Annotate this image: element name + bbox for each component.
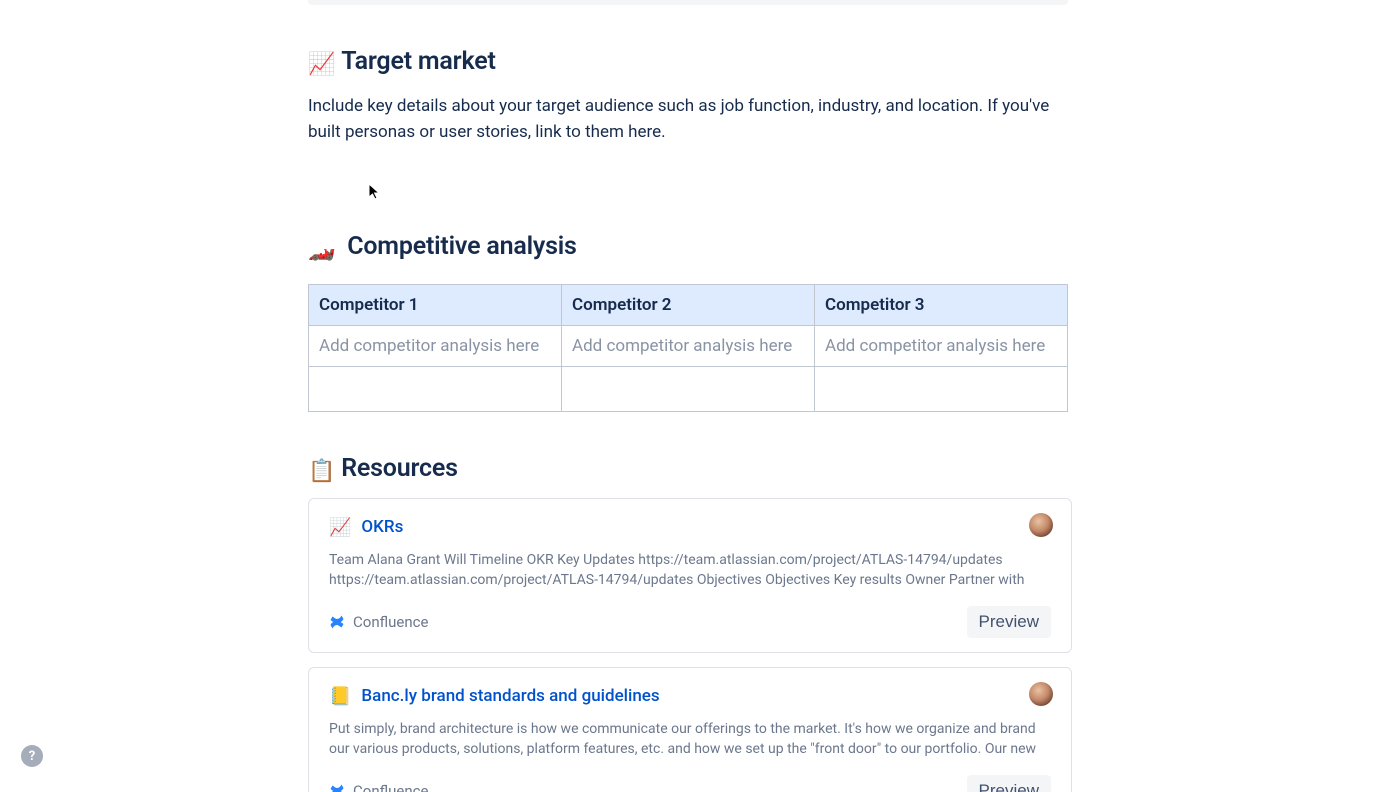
table-cell[interactable]: Add competitor analysis here xyxy=(562,325,815,366)
avatar[interactable] xyxy=(1029,513,1053,537)
confluence-icon xyxy=(329,614,345,630)
resource-source-label: Confluence xyxy=(353,613,428,631)
document-content: 📈Target market Include key details about… xyxy=(308,0,1068,792)
help-button[interactable]: ? xyxy=(21,745,43,767)
table-cell[interactable]: Add competitor analysis here xyxy=(309,325,562,366)
table-cell[interactable] xyxy=(309,366,562,411)
resource-card[interactable]: 📒 Banc.ly brand standards and guidelines… xyxy=(308,667,1072,792)
chart-increasing-icon: 📈 xyxy=(308,52,335,77)
resource-card-title-row: 📒 Banc.ly brand standards and guidelines xyxy=(329,686,1051,707)
resource-card-footer: Confluence Preview xyxy=(329,775,1051,792)
resource-link-brand-standards[interactable]: Banc.ly brand standards and guidelines xyxy=(361,686,659,706)
heading-target-market-text: Target market xyxy=(341,47,495,76)
table-header-cell[interactable]: Competitor 3 xyxy=(815,284,1068,325)
heading-competitive-analysis: 🏎️ Competitive analysis xyxy=(308,232,1068,262)
resource-card[interactable]: 📈 OKRs Team Alana Grant Will Timeline OK… xyxy=(308,498,1072,653)
chart-increasing-icon: 📈 xyxy=(329,517,351,538)
table-cell[interactable] xyxy=(815,366,1068,411)
section-target-market: 📈Target market Include key details about… xyxy=(308,47,1068,146)
section-competitive-analysis: 🏎️ Competitive analysis Competitor 1 Com… xyxy=(308,232,1068,412)
table-row: Add competitor analysis here Add competi… xyxy=(309,325,1068,366)
table-cell[interactable] xyxy=(562,366,815,411)
heading-resources-text: Resources xyxy=(341,454,458,483)
heading-resources: 📋Resources xyxy=(308,454,1068,484)
resource-source: Confluence xyxy=(329,782,428,792)
table-cell[interactable]: Add competitor analysis here xyxy=(815,325,1068,366)
resource-source-label: Confluence xyxy=(353,782,428,792)
resource-card-body: Put simply, brand architecture is how we… xyxy=(329,719,1051,761)
section-resources: 📋Resources 📈 OKRs Team Alana Grant Will … xyxy=(308,454,1068,792)
table-header-cell[interactable]: Competitor 2 xyxy=(562,284,815,325)
heading-competitive-analysis-text: Competitive analysis xyxy=(347,232,576,261)
table-header-row: Competitor 1 Competitor 2 Competitor 3 xyxy=(309,284,1068,325)
clipboard-icon: 📋 xyxy=(308,459,335,484)
racing-car-icon: 🏎️ xyxy=(308,237,335,262)
competitive-table: Competitor 1 Competitor 2 Competitor 3 A… xyxy=(308,284,1068,412)
ledger-icon: 📒 xyxy=(329,686,351,707)
heading-target-market: 📈Target market xyxy=(308,47,1068,77)
table-row xyxy=(309,366,1068,411)
preview-button[interactable]: Preview xyxy=(967,606,1051,638)
target-market-description[interactable]: Include key details about your target au… xyxy=(308,93,1068,146)
table-header-cell[interactable]: Competitor 1 xyxy=(309,284,562,325)
avatar[interactable] xyxy=(1029,682,1053,706)
resource-source: Confluence xyxy=(329,613,428,631)
confluence-icon xyxy=(329,783,345,792)
resource-card-footer: Confluence Preview xyxy=(329,606,1051,638)
resource-card-title-row: 📈 OKRs xyxy=(329,517,1051,538)
preview-button[interactable]: Preview xyxy=(967,775,1051,792)
resource-link-okrs[interactable]: OKRs xyxy=(361,517,403,537)
resource-card-body: Team Alana Grant Will Timeline OKR Key U… xyxy=(329,550,1051,592)
